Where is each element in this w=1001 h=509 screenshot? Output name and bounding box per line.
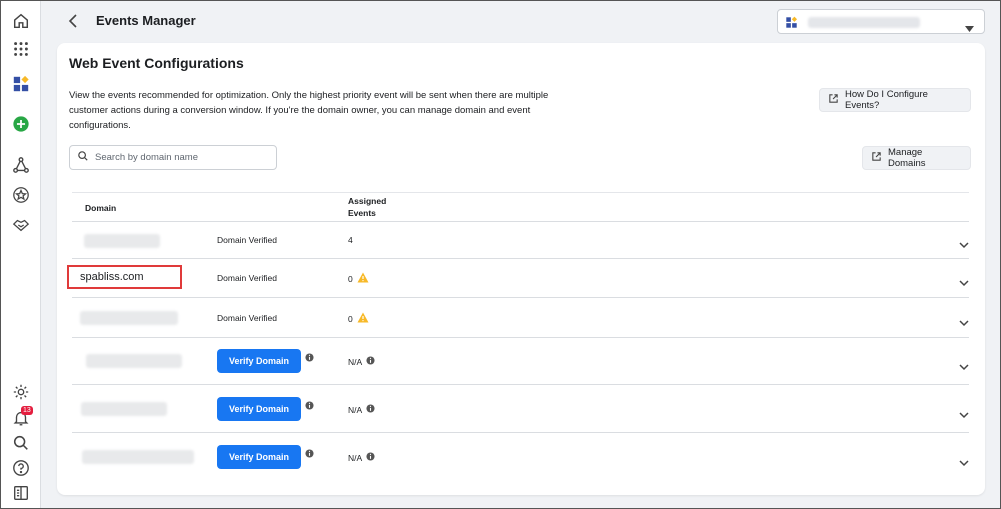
assigned-events-count: N/A: [348, 356, 363, 367]
search-icon[interactable]: [10, 432, 32, 454]
assigned-events-cell: N/A: [348, 356, 375, 367]
left-nav-rail: 13: [1, 1, 41, 508]
info-icon[interactable]: [366, 452, 375, 463]
verify-domain-cell: Verify Domain: [217, 445, 314, 469]
warning-icon[interactable]: [357, 272, 369, 285]
card-title: Web Event Configurations: [69, 55, 244, 71]
chevron-down-icon[interactable]: [959, 454, 969, 472]
search-icon: [77, 149, 89, 167]
info-icon[interactable]: [366, 404, 375, 415]
star-badge-icon[interactable]: [10, 184, 32, 206]
notification-count-badge: 13: [21, 406, 33, 415]
table-row[interactable]: Domain Verified 0: [72, 259, 969, 298]
redacted-account-name: [808, 17, 920, 28]
chevron-down-icon[interactable]: [959, 274, 969, 292]
external-link-icon: [871, 151, 882, 165]
dropdown-caret-icon: [965, 19, 974, 37]
redacted-domain: [86, 354, 182, 368]
domains-table: Domain Assigned Events Domain Verified 4…: [72, 192, 969, 481]
domain-status: Domain Verified: [217, 313, 278, 323]
panel-toggle-icon[interactable]: [10, 482, 32, 504]
card-description: View the events recommended for optimiza…: [69, 90, 549, 131]
assigned-events-count: 4: [348, 235, 353, 245]
info-icon[interactable]: [305, 352, 314, 364]
highlighted-domain-name[interactable]: spabliss.com: [67, 265, 182, 289]
chevron-down-icon[interactable]: [959, 406, 969, 424]
home-icon[interactable]: [10, 10, 32, 32]
verify-domain-button[interactable]: Verify Domain: [217, 397, 301, 421]
chevron-down-icon[interactable]: [959, 314, 969, 332]
table-row[interactable]: Verify Domain N/A: [72, 433, 969, 481]
redacted-domain: [80, 311, 178, 325]
redacted-domain: [81, 402, 167, 416]
account-selector[interactable]: [777, 9, 985, 34]
how-configure-events-button[interactable]: How Do I Configure Events?: [819, 88, 971, 112]
manage-domains-button[interactable]: Manage Domains: [862, 146, 971, 170]
verify-domain-button[interactable]: Verify Domain: [217, 349, 301, 373]
table-row[interactable]: Domain Verified 0: [72, 298, 969, 338]
domain-search-box[interactable]: [69, 145, 277, 170]
domain-status: Domain Verified: [217, 273, 278, 283]
column-header-assigned-events: Assigned Events: [348, 196, 387, 218]
events-manager-icon[interactable]: [10, 73, 32, 95]
verify-domain-button[interactable]: Verify Domain: [217, 445, 301, 469]
network-nodes-icon[interactable]: [10, 154, 32, 176]
info-icon[interactable]: [305, 448, 314, 460]
assigned-events-count: N/A: [348, 452, 363, 463]
table-row[interactable]: Verify Domain N/A: [72, 385, 969, 433]
assigned-events-cell: N/A: [348, 404, 375, 415]
search-input[interactable]: [95, 152, 265, 163]
redacted-domain: [82, 450, 194, 464]
assigned-events-count: 0: [348, 313, 353, 324]
back-chevron-icon[interactable]: [65, 12, 81, 30]
info-icon[interactable]: [366, 356, 375, 367]
redacted-domain: [84, 234, 160, 248]
web-event-configurations-card: Web Event Configurations View the events…: [57, 43, 985, 495]
assigned-events-cell: 0: [348, 272, 369, 285]
chevron-down-icon[interactable]: [959, 358, 969, 376]
apps-grid-icon[interactable]: [10, 38, 32, 60]
page-title: Events Manager: [96, 13, 196, 28]
handshake-icon[interactable]: [10, 214, 32, 236]
info-icon[interactable]: [305, 400, 314, 412]
warning-icon[interactable]: [357, 312, 369, 325]
assigned-events-count: N/A: [348, 404, 363, 415]
column-header-domain: Domain: [85, 203, 117, 213]
settings-gear-icon[interactable]: [10, 381, 32, 403]
domain-status: Domain Verified: [217, 235, 278, 245]
chevron-down-icon[interactable]: [959, 236, 969, 254]
table-header: Domain Assigned Events: [72, 192, 969, 222]
business-logo-icon: [785, 16, 798, 34]
verify-domain-cell: Verify Domain: [217, 397, 314, 421]
table-row[interactable]: Domain Verified 4: [72, 222, 969, 259]
assigned-events-cell: 0: [348, 312, 369, 325]
assigned-events-count: 0: [348, 273, 353, 284]
external-link-icon: [828, 93, 839, 107]
create-plus-icon[interactable]: [10, 113, 32, 135]
assigned-events-cell: N/A: [348, 452, 375, 463]
table-row[interactable]: Verify Domain N/A: [72, 338, 969, 385]
verify-domain-cell: Verify Domain: [217, 349, 314, 373]
help-icon[interactable]: [10, 457, 32, 479]
